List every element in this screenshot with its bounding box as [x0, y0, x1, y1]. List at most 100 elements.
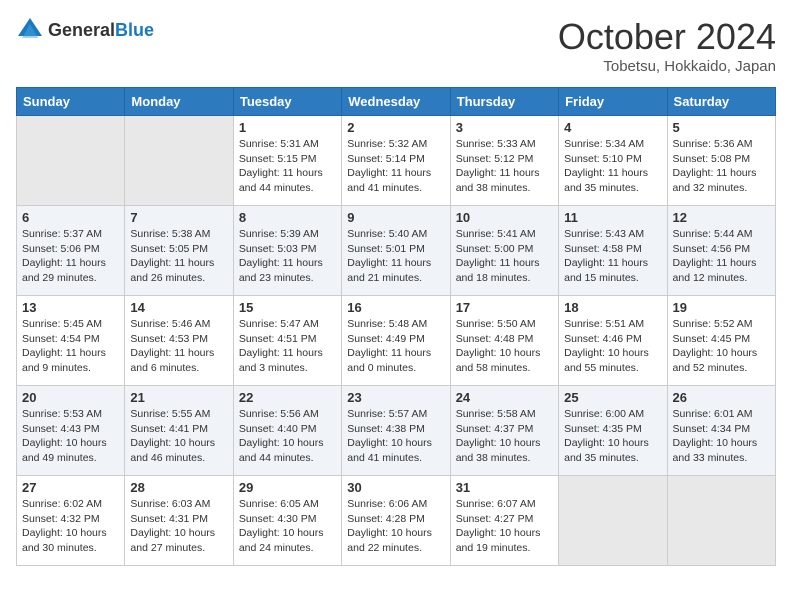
calendar-cell: 24 Sunrise: 5:58 AM Sunset: 4:37 PM Dayli… — [450, 386, 558, 476]
day-info: Sunrise: 5:53 AM Sunset: 4:43 PM Dayligh… — [22, 407, 119, 466]
day-info: Sunrise: 5:43 AM Sunset: 4:58 PM Dayligh… — [564, 227, 661, 286]
calendar-cell: 28 Sunrise: 6:03 AM Sunset: 4:31 PM Dayli… — [125, 476, 233, 566]
day-number: 23 — [347, 390, 444, 405]
calendar-cell: 14 Sunrise: 5:46 AM Sunset: 4:53 PM Dayli… — [125, 296, 233, 386]
location: Tobetsu, Hokkaido, Japan — [558, 58, 776, 75]
day-info: Sunrise: 5:52 AM Sunset: 4:45 PM Dayligh… — [673, 317, 770, 376]
day-number: 25 — [564, 390, 661, 405]
calendar-cell: 6 Sunrise: 5:37 AM Sunset: 5:06 PM Daylig… — [17, 206, 125, 296]
calendar-cell: 30 Sunrise: 6:06 AM Sunset: 4:28 PM Dayli… — [342, 476, 450, 566]
day-info: Sunrise: 5:36 AM Sunset: 5:08 PM Dayligh… — [673, 137, 770, 196]
day-info: Sunrise: 5:47 AM Sunset: 4:51 PM Dayligh… — [239, 317, 336, 376]
calendar-cell: 19 Sunrise: 5:52 AM Sunset: 4:45 PM Dayli… — [667, 296, 775, 386]
day-number: 4 — [564, 120, 661, 135]
day-info: Sunrise: 5:34 AM Sunset: 5:10 PM Dayligh… — [564, 137, 661, 196]
day-number: 22 — [239, 390, 336, 405]
day-number: 3 — [456, 120, 553, 135]
day-number: 26 — [673, 390, 770, 405]
calendar-cell: 1 Sunrise: 5:31 AM Sunset: 5:15 PM Daylig… — [233, 116, 341, 206]
day-info: Sunrise: 5:41 AM Sunset: 5:00 PM Dayligh… — [456, 227, 553, 286]
weekday-header-friday: Friday — [559, 88, 667, 116]
day-number: 16 — [347, 300, 444, 315]
day-number: 11 — [564, 210, 661, 225]
day-number: 6 — [22, 210, 119, 225]
day-info: Sunrise: 6:02 AM Sunset: 4:32 PM Dayligh… — [22, 497, 119, 556]
weekday-header-tuesday: Tuesday — [233, 88, 341, 116]
calendar-cell — [125, 116, 233, 206]
calendar-cell: 12 Sunrise: 5:44 AM Sunset: 4:56 PM Dayli… — [667, 206, 775, 296]
calendar-cell: 25 Sunrise: 6:00 AM Sunset: 4:35 PM Dayli… — [559, 386, 667, 476]
day-number: 1 — [239, 120, 336, 135]
day-info: Sunrise: 6:03 AM Sunset: 4:31 PM Dayligh… — [130, 497, 227, 556]
day-info: Sunrise: 5:51 AM Sunset: 4:46 PM Dayligh… — [564, 317, 661, 376]
weekday-header-sunday: Sunday — [17, 88, 125, 116]
day-info: Sunrise: 6:00 AM Sunset: 4:35 PM Dayligh… — [564, 407, 661, 466]
day-number: 28 — [130, 480, 227, 495]
day-number: 14 — [130, 300, 227, 315]
calendar-cell — [559, 476, 667, 566]
day-info: Sunrise: 5:31 AM Sunset: 5:15 PM Dayligh… — [239, 137, 336, 196]
day-info: Sunrise: 5:39 AM Sunset: 5:03 PM Dayligh… — [239, 227, 336, 286]
calendar-cell: 17 Sunrise: 5:50 AM Sunset: 4:48 PM Dayli… — [450, 296, 558, 386]
week-row-2: 6 Sunrise: 5:37 AM Sunset: 5:06 PM Daylig… — [17, 206, 776, 296]
day-number: 2 — [347, 120, 444, 135]
day-info: Sunrise: 5:58 AM Sunset: 4:37 PM Dayligh… — [456, 407, 553, 466]
logo-icon — [16, 16, 44, 44]
day-info: Sunrise: 5:46 AM Sunset: 4:53 PM Dayligh… — [130, 317, 227, 376]
day-info: Sunrise: 5:57 AM Sunset: 4:38 PM Dayligh… — [347, 407, 444, 466]
calendar-cell: 8 Sunrise: 5:39 AM Sunset: 5:03 PM Daylig… — [233, 206, 341, 296]
calendar-cell: 10Sunrise: 5:41 AM Sunset: 5:00 PM Dayli… — [450, 206, 558, 296]
day-number: 17 — [456, 300, 553, 315]
day-info: Sunrise: 5:50 AM Sunset: 4:48 PM Dayligh… — [456, 317, 553, 376]
calendar-cell: 29Sunrise: 6:05 AM Sunset: 4:30 PM Dayli… — [233, 476, 341, 566]
day-info: Sunrise: 5:44 AM Sunset: 4:56 PM Dayligh… — [673, 227, 770, 286]
day-number: 21 — [130, 390, 227, 405]
day-info: Sunrise: 6:07 AM Sunset: 4:27 PM Dayligh… — [456, 497, 553, 556]
calendar-cell: 20 Sunrise: 5:53 AM Sunset: 4:43 PM Dayli… — [17, 386, 125, 476]
calendar-table: SundayMondayTuesdayWednesdayThursdayFrid… — [16, 87, 776, 566]
calendar-cell: 2Sunrise: 5:32 AM Sunset: 5:14 PM Daylig… — [342, 116, 450, 206]
calendar-cell: 18 Sunrise: 5:51 AM Sunset: 4:46 PM Dayli… — [559, 296, 667, 386]
day-info: Sunrise: 5:33 AM Sunset: 5:12 PM Dayligh… — [456, 137, 553, 196]
calendar-cell: 22 Sunrise: 5:56 AM Sunset: 4:40 PM Dayli… — [233, 386, 341, 476]
weekday-header-thursday: Thursday — [450, 88, 558, 116]
calendar-cell: 4 Sunrise: 5:34 AM Sunset: 5:10 PM Daylig… — [559, 116, 667, 206]
calendar-cell: 23 Sunrise: 5:57 AM Sunset: 4:38 PM Dayli… — [342, 386, 450, 476]
week-row-3: 13 Sunrise: 5:45 AM Sunset: 4:54 PM Dayli… — [17, 296, 776, 386]
day-number: 29 — [239, 480, 336, 495]
title-block: October 2024 Tobetsu, Hokkaido, Japan — [558, 16, 776, 75]
calendar-cell: 7Sunrise: 5:38 AM Sunset: 5:05 PM Daylig… — [125, 206, 233, 296]
calendar-cell: 9Sunrise: 5:40 AM Sunset: 5:01 PM Daylig… — [342, 206, 450, 296]
day-info: Sunrise: 5:40 AM Sunset: 5:01 PM Dayligh… — [347, 227, 444, 286]
day-number: 13 — [22, 300, 119, 315]
week-row-5: 27 Sunrise: 6:02 AM Sunset: 4:32 PM Dayli… — [17, 476, 776, 566]
day-number: 20 — [22, 390, 119, 405]
day-number: 12 — [673, 210, 770, 225]
day-number: 7 — [130, 210, 227, 225]
page-header: GeneralBlue October 2024 Tobetsu, Hokkai… — [16, 16, 776, 75]
logo-blue: Blue — [115, 20, 154, 40]
calendar-cell — [667, 476, 775, 566]
day-number: 30 — [347, 480, 444, 495]
logo: GeneralBlue — [16, 16, 154, 44]
day-number: 19 — [673, 300, 770, 315]
day-number: 8 — [239, 210, 336, 225]
calendar-cell — [17, 116, 125, 206]
week-row-1: 1 Sunrise: 5:31 AM Sunset: 5:15 PM Daylig… — [17, 116, 776, 206]
day-info: Sunrise: 6:06 AM Sunset: 4:28 PM Dayligh… — [347, 497, 444, 556]
calendar-cell: 11 Sunrise: 5:43 AM Sunset: 4:58 PM Dayli… — [559, 206, 667, 296]
day-info: Sunrise: 5:37 AM Sunset: 5:06 PM Dayligh… — [22, 227, 119, 286]
calendar-cell: 13 Sunrise: 5:45 AM Sunset: 4:54 PM Dayli… — [17, 296, 125, 386]
day-info: Sunrise: 5:48 AM Sunset: 4:49 PM Dayligh… — [347, 317, 444, 376]
day-number: 5 — [673, 120, 770, 135]
calendar-cell: 3 Sunrise: 5:33 AM Sunset: 5:12 PM Daylig… — [450, 116, 558, 206]
logo-general: General — [48, 20, 115, 40]
day-number: 27 — [22, 480, 119, 495]
day-number: 31 — [456, 480, 553, 495]
day-number: 24 — [456, 390, 553, 405]
calendar-cell: 21Sunrise: 5:55 AM Sunset: 4:41 PM Dayli… — [125, 386, 233, 476]
day-number: 18 — [564, 300, 661, 315]
day-info: Sunrise: 5:45 AM Sunset: 4:54 PM Dayligh… — [22, 317, 119, 376]
day-info: Sunrise: 5:56 AM Sunset: 4:40 PM Dayligh… — [239, 407, 336, 466]
week-row-4: 20 Sunrise: 5:53 AM Sunset: 4:43 PM Dayli… — [17, 386, 776, 476]
